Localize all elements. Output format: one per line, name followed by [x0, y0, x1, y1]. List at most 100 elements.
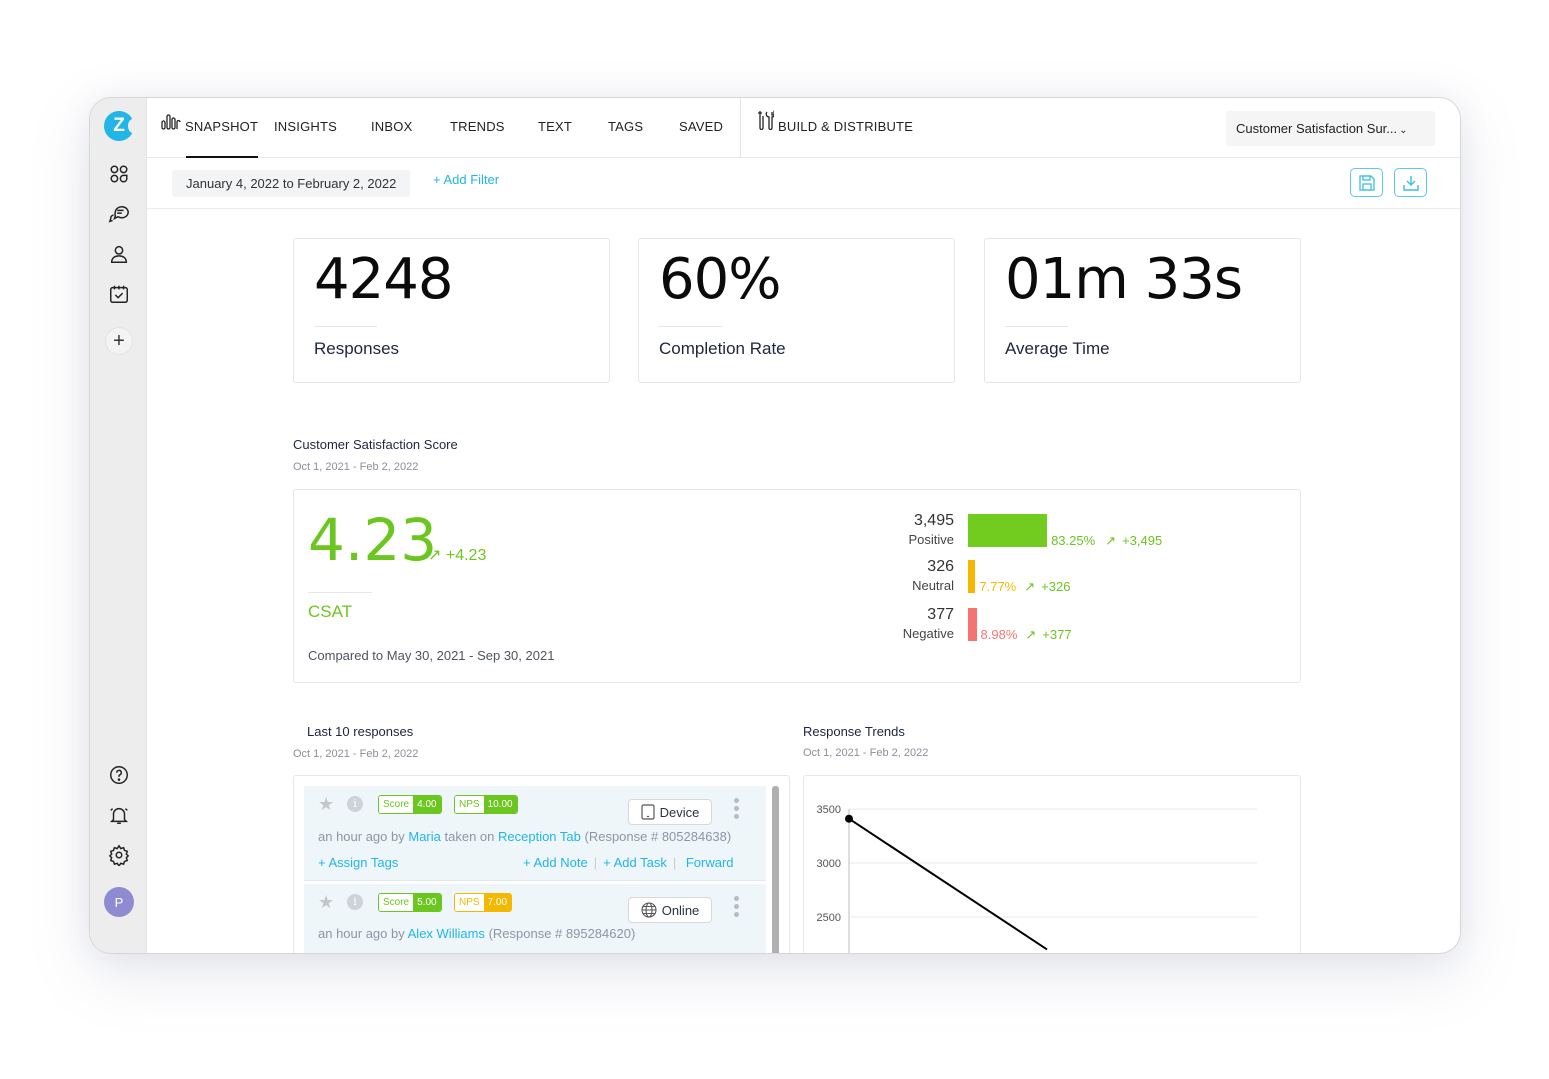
responses-date-range: Oct 1, 2021 - Feb 2, 2022 [293, 748, 419, 760]
y-tick-label: 3000 [817, 858, 841, 870]
star-icon[interactable]: ★ [318, 794, 334, 815]
csat-delta: ↗ +4.23 [428, 545, 486, 565]
taken-on-text: taken on [444, 829, 495, 844]
data-point[interactable] [845, 814, 853, 823]
tab-tags[interactable]: TAGS [608, 98, 643, 158]
sentiment-percent: 8.98% [980, 627, 1018, 642]
add-task-link[interactable]: + Add Task [603, 855, 667, 870]
response-item[interactable]: ★ i Score 5.00 NPS 7.00 Online an hour ago… [304, 884, 766, 953]
help-icon[interactable] [106, 762, 132, 788]
response-time: an hour ago by [318, 829, 405, 844]
tab-build-distribute[interactable]: BUILD & DISTRIBUTE [756, 98, 913, 158]
add-filter-link[interactable]: + Add Filter [433, 172, 499, 187]
tab-saved[interactable]: SAVED [679, 98, 723, 158]
source-label: Online [661, 902, 700, 918]
download-icon [1402, 175, 1419, 191]
sentiment-bar [968, 560, 976, 593]
sentiment-bar [968, 514, 1048, 547]
more-options-icon[interactable] [734, 896, 740, 920]
trend-up-icon: ↗ [1024, 579, 1036, 594]
csat-section-title: Customer Satisfaction Score [293, 437, 458, 452]
forward-link[interactable]: Forward [686, 855, 734, 870]
date-range-filter[interactable]: January 4, 2022 to February 2, 2022 [172, 170, 411, 197]
sentiment-label: Neutral [912, 578, 954, 593]
sidebar-dashboard-icon[interactable] [106, 161, 132, 187]
tab-insights[interactable]: INSIGHTS [274, 98, 337, 158]
badge-key: NPS [455, 894, 484, 911]
stat-label: Average Time [1005, 339, 1110, 358]
sidebar-user-icon[interactable] [106, 241, 132, 267]
csat-delta-value: +4.23 [445, 547, 487, 564]
stat-card-responses: 4248 Responses [293, 238, 610, 383]
badge-value: 5.00 [413, 894, 441, 911]
download-button[interactable] [1394, 168, 1427, 197]
app-window: Z + P SNAPSHOT INSIGHTS INBOX TRENDS TEX… [89, 97, 1461, 954]
user-avatar[interactable]: P [104, 887, 134, 917]
response-trends-chart: 3500 3000 2500 [817, 804, 1257, 953]
info-icon[interactable]: i [347, 796, 363, 812]
response-meta: an hour ago by Maria taken on Reception … [318, 829, 731, 844]
assign-tags-link[interactable]: + Assign Tags [318, 855, 398, 870]
score-badge: Score 4.00 [378, 795, 442, 814]
filter-bar: January 4, 2022 to February 2, 2022 + Ad… [147, 158, 1460, 209]
sidebar-calendar-check-icon[interactable] [106, 281, 132, 307]
save-icon [1358, 174, 1375, 191]
csat-card: 4.23 ↗ +4.23 CSAT Compared to May 30, 20… [293, 489, 1301, 683]
trends-date-range: Oct 1, 2021 - Feb 2, 2022 [803, 747, 929, 759]
stat-value: 01m 33s [1005, 247, 1243, 312]
sentiment-info: 83.25% ↗ +3,495 [1051, 533, 1162, 549]
stat-label: Completion Rate [659, 339, 786, 358]
info-icon[interactable]: i [347, 894, 363, 910]
top-navigation: SNAPSHOT INSIGHTS INBOX TRENDS TEXT TAGS… [147, 98, 1460, 158]
sidebar: Z + P [90, 98, 147, 953]
source-chip-device[interactable]: Device [628, 799, 712, 825]
app-logo[interactable]: Z [104, 111, 138, 141]
respondent-link[interactable]: Alex Williams [408, 926, 485, 941]
nps-badge: NPS 7.00 [454, 893, 513, 912]
stat-card-completion-rate: 60% Completion Rate [638, 238, 955, 383]
csat-date-range: Oct 1, 2021 - Feb 2, 2022 [293, 461, 419, 473]
source-chip-online[interactable]: Online [628, 897, 712, 923]
response-actions: + Add Note | + Add Task | Forward [523, 855, 734, 870]
respondent-link[interactable]: Maria [408, 829, 441, 844]
stat-value: 60% [659, 247, 781, 312]
badge-value: 4.00 [413, 796, 441, 813]
stat-label: Responses [314, 339, 400, 358]
save-button[interactable] [1350, 168, 1383, 197]
survey-selector-value: Customer Satisfaction Sur... [1236, 121, 1398, 136]
stat-divider [314, 326, 377, 327]
sentiment-info: 8.98% ↗ +377 [981, 627, 1072, 643]
star-icon[interactable]: ★ [318, 892, 334, 913]
badge-key: Score [379, 894, 414, 911]
badge-key: NPS [455, 796, 484, 813]
add-note-link[interactable]: + Add Note [523, 855, 588, 870]
tab-inbox[interactable]: INBOX [371, 98, 412, 158]
settings-gear-icon[interactable] [106, 842, 132, 868]
sidebar-add-button[interactable]: + [105, 327, 133, 355]
sidebar-chat-icon[interactable] [106, 201, 132, 227]
notification-bell-icon[interactable] [106, 802, 132, 828]
channel-link[interactable]: Reception Tab [498, 829, 581, 844]
tab-label: BUILD & DISTRIBUTE [778, 119, 914, 134]
sentiment-info: 7.77% ↗ +326 [979, 579, 1070, 595]
tab-snapshot[interactable]: SNAPSHOT [161, 98, 259, 158]
response-time: an hour ago by [318, 926, 405, 941]
responses-scrollbar[interactable] [772, 786, 779, 953]
response-item[interactable]: ★ i Score 4.00 NPS 10.00 Device an hour ag… [304, 786, 766, 881]
trends-section-title: Response Trends [803, 724, 905, 739]
csat-divider [308, 592, 372, 593]
csat-score: 4.23 [308, 506, 438, 574]
tab-text[interactable]: TEXT [538, 98, 572, 158]
score-badge: Score 5.00 [378, 893, 442, 912]
sentiment-percent: 7.77% [979, 579, 1017, 594]
responses-panel: ★ i Score 4.00 NPS 10.00 Device an hour ag… [293, 775, 790, 953]
survey-selector[interactable]: Customer Satisfaction Sur... ⌄ [1226, 111, 1435, 146]
nav-divider [740, 98, 741, 158]
tab-label: SNAPSHOT [185, 119, 259, 134]
tab-trends[interactable]: TRENDS [450, 98, 505, 158]
response-meta: an hour ago by Alex Williams (Response #… [318, 926, 635, 941]
badge-key: Score [379, 796, 414, 813]
sentiment-delta: +377 [1042, 627, 1072, 642]
more-options-icon[interactable] [734, 798, 740, 822]
stat-divider [1005, 326, 1068, 327]
